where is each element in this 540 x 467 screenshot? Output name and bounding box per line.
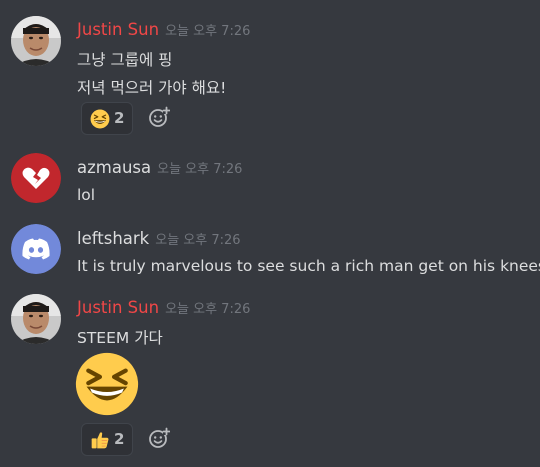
message-text: 저녁 먹으러 가야 해요! bbox=[77, 79, 227, 97]
avatar[interactable] bbox=[11, 16, 61, 66]
message-text: STEEM 가다 bbox=[77, 329, 163, 347]
reaction-count: 2 bbox=[114, 109, 125, 127]
justin-sun-avatar-icon bbox=[11, 16, 61, 66]
message-header: azmausa 오늘 오후 7:26 bbox=[77, 158, 242, 182]
add-reaction-icon bbox=[149, 427, 171, 448]
timestamp: 오늘 오후 7:26 bbox=[157, 162, 243, 177]
grinning-squinting-face-icon bbox=[90, 109, 110, 129]
username[interactable]: leftshark bbox=[77, 229, 149, 248]
avatar[interactable] bbox=[11, 294, 61, 344]
username[interactable]: Justin Sun bbox=[77, 20, 159, 39]
username[interactable]: azmausa bbox=[77, 158, 151, 177]
message-text: 그냥 그룹에 핑 bbox=[77, 51, 173, 69]
grinning-squinting-face-icon bbox=[75, 352, 139, 416]
justin-sun-avatar-icon bbox=[11, 294, 61, 344]
timestamp: 오늘 오후 7:26 bbox=[155, 233, 241, 248]
broken-heart-avatar-icon bbox=[11, 153, 61, 203]
message-text: lol bbox=[77, 186, 96, 204]
thumbs-up-icon bbox=[91, 432, 109, 449]
message-header: Justin Sun 오늘 오후 7:26 bbox=[77, 298, 250, 322]
message-text: It is truly marvelous to see such a rich… bbox=[77, 257, 540, 275]
avatar[interactable] bbox=[11, 153, 61, 203]
username[interactable]: Justin Sun bbox=[77, 298, 159, 317]
add-reaction-button[interactable] bbox=[148, 106, 171, 128]
reaction-button[interactable]: 2 bbox=[81, 423, 133, 456]
timestamp: 오늘 오후 7:26 bbox=[165, 302, 251, 317]
add-reaction-icon bbox=[149, 106, 171, 127]
avatar[interactable] bbox=[11, 224, 61, 274]
reaction-button[interactable]: 2 bbox=[81, 102, 133, 135]
message-header: leftshark 오늘 오후 7:26 bbox=[77, 229, 241, 253]
timestamp: 오늘 오후 7:26 bbox=[165, 24, 251, 39]
add-reaction-button[interactable] bbox=[148, 427, 171, 449]
discord-default-avatar-icon bbox=[11, 224, 61, 274]
reaction-count: 2 bbox=[114, 430, 125, 448]
message-header: Justin Sun 오늘 오후 7:26 bbox=[77, 20, 250, 44]
